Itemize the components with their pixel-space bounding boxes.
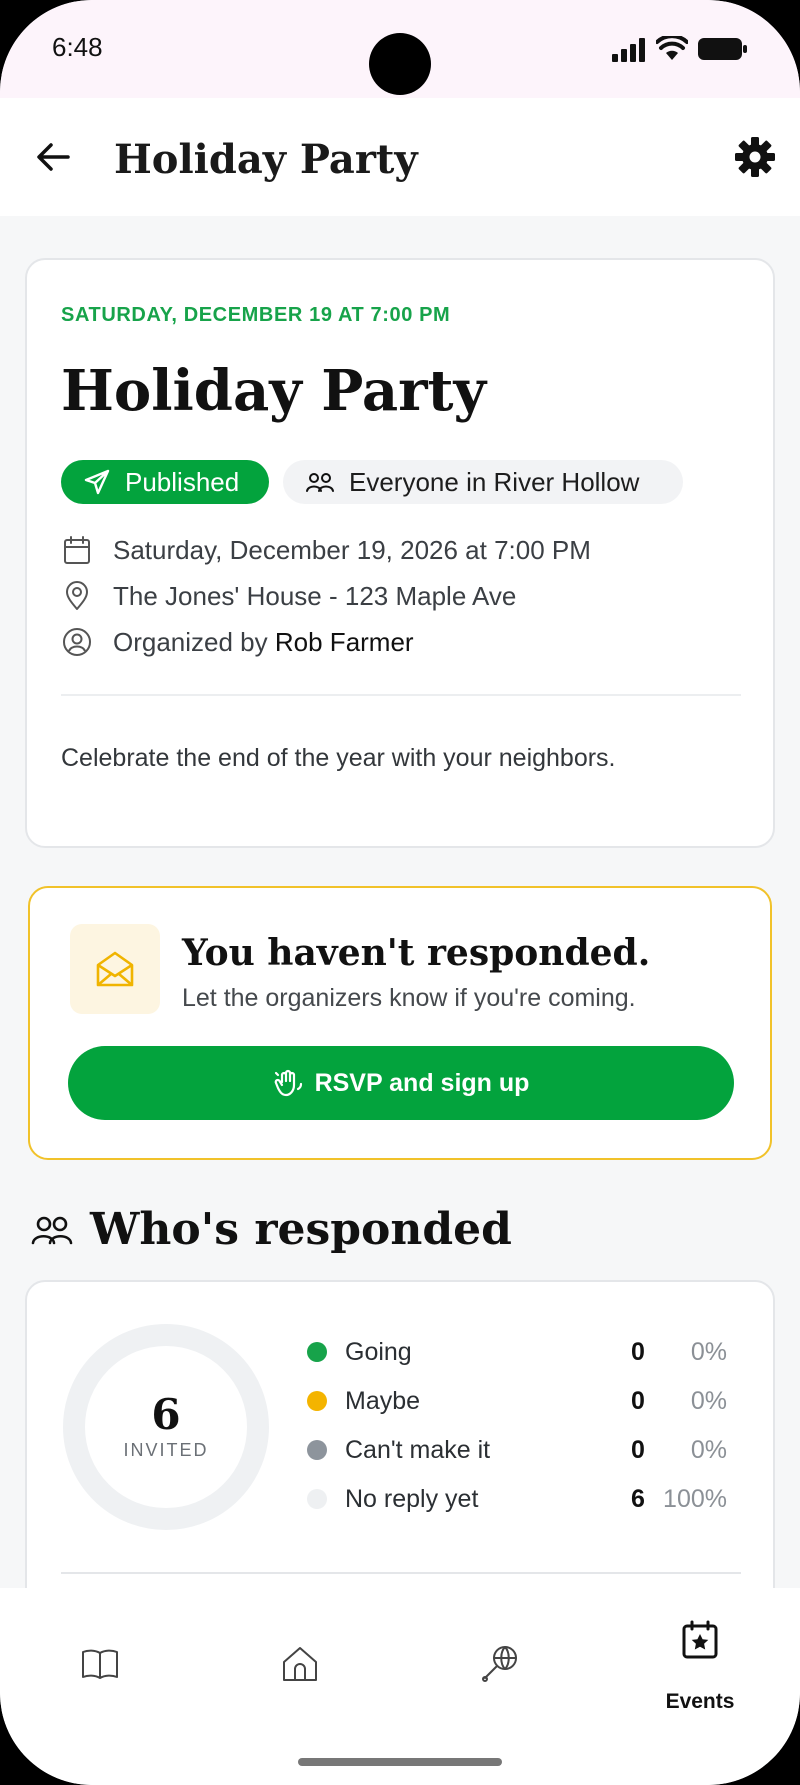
battery-icon [698, 38, 747, 60]
status-dot [307, 1391, 327, 1411]
status-time: 6:48 [52, 32, 103, 62]
stat-label: No reply yet [345, 1485, 479, 1513]
event-description: Celebrate the end of the year with your … [61, 744, 616, 772]
responses-section-header: Who's responded [30, 1204, 512, 1255]
home-indicator [298, 1758, 502, 1766]
rsvp-prompt-card: You haven't responded. Let the organizer… [28, 886, 772, 1160]
nav-label-events: Events [665, 1690, 735, 1713]
home-icon [283, 1647, 317, 1681]
rsvp-button-label: RSVP and sign up [314, 1068, 530, 1097]
stat-row-no-reply: No reply yet 6 100% [307, 1479, 727, 1519]
back-arrow-icon[interactable] [34, 138, 72, 176]
status-dot [307, 1440, 327, 1460]
group-icon [31, 1216, 73, 1244]
status-badge-label: Published [125, 466, 240, 497]
invited-label: INVITED [123, 1440, 209, 1460]
status-bar: 6:48 [0, 0, 800, 98]
nav-item-explore[interactable] [400, 1588, 600, 1728]
event-location-row: The Jones' House - 123 Maple Ave [61, 580, 516, 612]
event-organizer-row: Organized by Rob Farmer [61, 626, 414, 658]
event-title: Holiday Party [61, 358, 487, 424]
stat-row-going: Going 0 0% [307, 1332, 727, 1372]
camera-cutout [369, 33, 431, 95]
user-circle-icon [63, 628, 91, 656]
stat-label: Can't make it [345, 1436, 491, 1464]
status-dot [307, 1342, 327, 1362]
stat-count: 0 [631, 1436, 645, 1464]
stat-count: 6 [631, 1485, 645, 1513]
stat-count: 0 [631, 1387, 645, 1415]
event-datetime: Saturday, December 19, 2026 at 7:00 PM [113, 534, 591, 565]
nav-item-events[interactable]: Events [600, 1588, 800, 1728]
status-dot [307, 1489, 327, 1509]
waving-hand-icon [274, 1069, 302, 1097]
status-badge: Published [61, 460, 269, 504]
rsvp-subtext: Let the organizers know if you're coming… [182, 984, 636, 1012]
group-icon [306, 473, 334, 492]
signal-icon [612, 38, 645, 62]
send-icon [84, 469, 110, 495]
wifi-icon [656, 36, 688, 60]
stat-label: Maybe [345, 1387, 421, 1415]
nav-item-library[interactable] [0, 1588, 200, 1728]
page-title: Holiday Party [114, 136, 418, 183]
responses-title: Who's responded [90, 1204, 512, 1255]
invited-count: 6 [151, 1390, 181, 1439]
stat-percent: 0% [690, 1436, 727, 1464]
rsvp-button[interactable]: RSVP and sign up [68, 1046, 734, 1120]
stat-row-cant-make-it: Can't make it 0 0% [307, 1430, 727, 1470]
event-location: The Jones' House - 123 Maple Ave [113, 580, 517, 611]
divider [61, 694, 741, 696]
organizer-prefix: Organized by [113, 626, 268, 657]
event-datetime-row: Saturday, December 19, 2026 at 7:00 PM [61, 534, 591, 566]
stat-row-maybe: Maybe 0 0% [307, 1381, 727, 1421]
app-bar: Holiday Party [0, 98, 800, 216]
stat-percent: 0% [690, 1387, 727, 1415]
gear-icon[interactable] [734, 136, 776, 178]
globe-pin-icon [482, 1646, 517, 1682]
calendar-star-icon [682, 1620, 718, 1659]
organizer-name: Rob Farmer [274, 626, 414, 657]
stat-count: 0 [631, 1338, 645, 1366]
envelope-tile [70, 924, 160, 1014]
location-pin-icon [66, 581, 88, 610]
book-icon [82, 1649, 118, 1679]
stat-percent: 100% [663, 1485, 727, 1513]
bottom-nav: Events [0, 1588, 800, 1785]
calendar-icon [64, 536, 90, 564]
divider [61, 1572, 741, 1574]
stat-label: Going [345, 1338, 412, 1366]
stat-percent: 0% [690, 1338, 727, 1366]
phone-screen: 6:48 Holiday Party SATURDAY, DECEMBER 19… [0, 0, 800, 1785]
audience-badge: Everyone in River Hollow [283, 460, 683, 504]
event-date-overline: SATURDAY, DECEMBER 19 AT 7:00 PM [61, 304, 451, 326]
event-details-card: SATURDAY, DECEMBER 19 AT 7:00 PM Holiday… [25, 258, 775, 848]
envelope-open-icon [96, 951, 134, 987]
audience-label: Everyone in River Hollow [349, 466, 640, 497]
nav-item-home[interactable] [200, 1588, 400, 1728]
rsvp-heading: You haven't responded. [182, 932, 651, 974]
